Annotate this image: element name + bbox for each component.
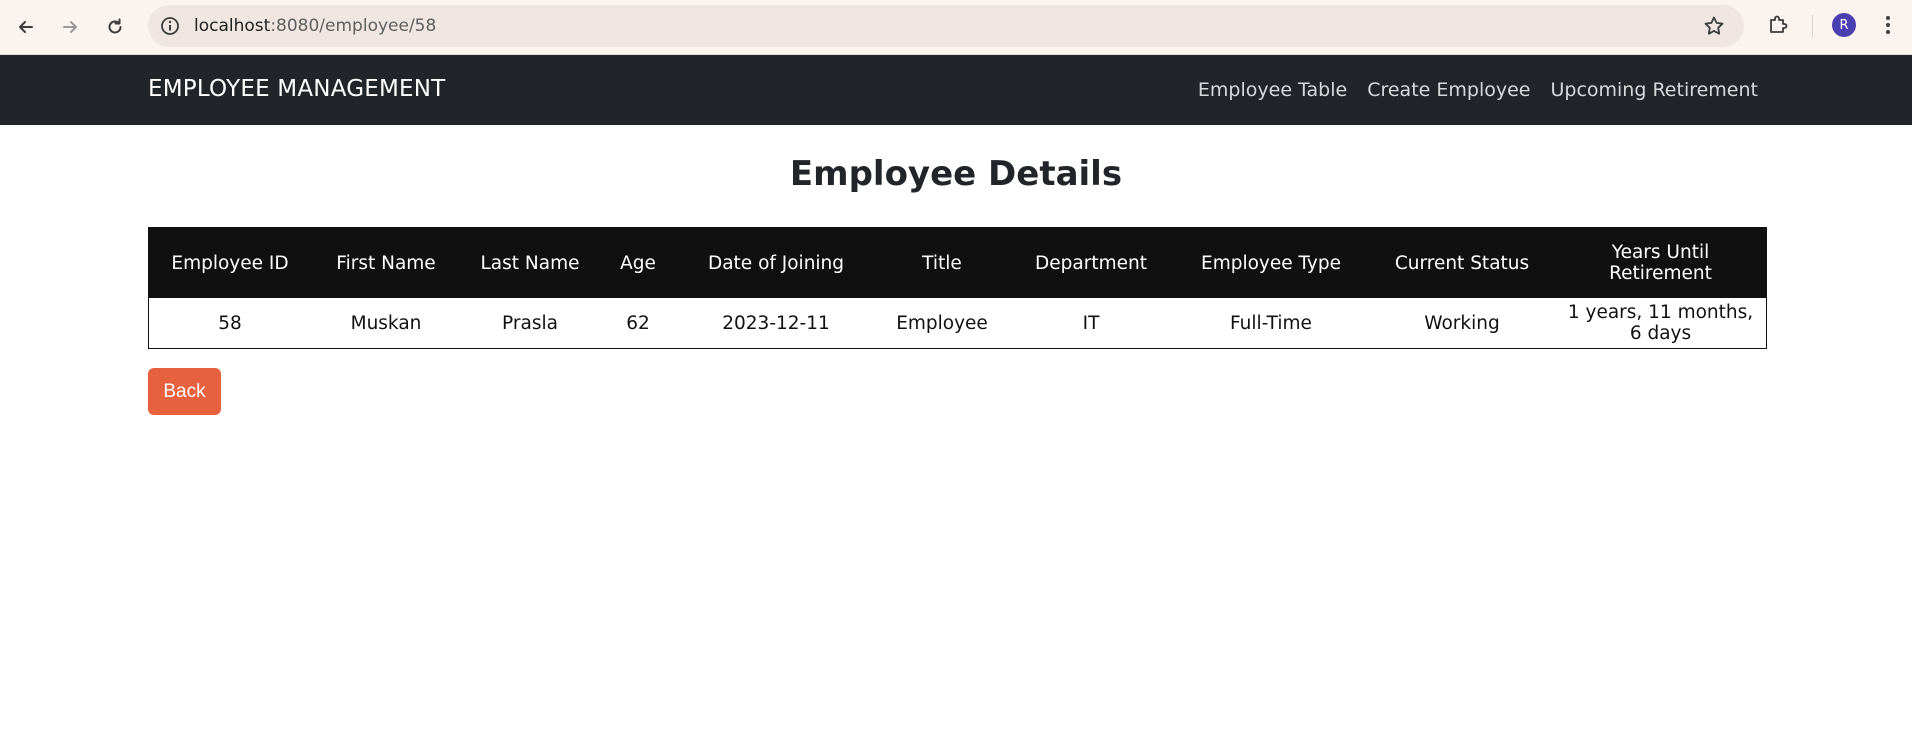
- column-header-date-of-joining: Date of Joining: [677, 227, 875, 298]
- forward-arrow-icon[interactable]: [50, 7, 90, 47]
- column-header-title: Title: [875, 227, 1009, 298]
- column-header-last-name: Last Name: [461, 227, 599, 298]
- column-header-current-status: Current Status: [1369, 227, 1555, 298]
- cell-last-name: Prasla: [461, 298, 599, 349]
- column-header-department: Department: [1009, 227, 1173, 298]
- toolbar-separator: [1812, 15, 1813, 37]
- page-title: Employee Details: [789, 154, 1123, 194]
- extensions-icon[interactable]: [1766, 13, 1790, 37]
- cell-current-status: Working: [1369, 298, 1555, 349]
- url-path: :8080/employee/58: [270, 16, 437, 36]
- column-header-employee-type: Employee Type: [1173, 227, 1369, 298]
- back-button[interactable]: Back: [148, 368, 221, 415]
- cell-first-name: Muskan: [311, 298, 461, 349]
- cell-years-until-retirement: 1 years, 11 months, 6 days: [1555, 298, 1767, 349]
- brand-title[interactable]: EMPLOYEE MANAGEMENT: [148, 76, 445, 102]
- cell-department: IT: [1009, 298, 1173, 349]
- cell-employee-type: Full-Time: [1173, 298, 1369, 349]
- column-header-age: Age: [599, 227, 677, 298]
- cell-age: 62: [599, 298, 677, 349]
- app-navbar: EMPLOYEE MANAGEMENT Employee Table Creat…: [0, 55, 1912, 125]
- nav-links: Employee Table Create Employee Upcoming …: [1198, 79, 1758, 101]
- cell-employee-id: 58: [148, 298, 311, 349]
- profile-avatar[interactable]: R: [1832, 13, 1856, 37]
- url-host: localhost: [194, 16, 271, 36]
- site-info-icon[interactable]: [160, 16, 180, 36]
- employee-details-table: Employee ID First Name Last Name Age Dat…: [148, 227, 1767, 349]
- table-row: 58 Muskan Prasla 62 2023-12-11 Employee …: [148, 298, 1767, 349]
- url-text[interactable]: localhost:8080/employee/58: [194, 16, 436, 36]
- nav-link-employee-table[interactable]: Employee Table: [1198, 79, 1347, 101]
- address-bar[interactable]: localhost:8080/employee/58: [148, 5, 1744, 47]
- column-header-employee-id: Employee ID: [148, 227, 311, 298]
- reload-icon[interactable]: [95, 7, 135, 47]
- bookmark-star-icon[interactable]: [1702, 14, 1726, 38]
- browser-menu-icon[interactable]: [1876, 13, 1900, 37]
- table-header-row: Employee ID First Name Last Name Age Dat…: [148, 227, 1767, 298]
- browser-toolbar: localhost:8080/employee/58 R: [0, 0, 1912, 55]
- column-header-years-until-retirement: Years Until Retirement: [1555, 227, 1767, 298]
- cell-title: Employee: [875, 298, 1009, 349]
- nav-link-create-employee[interactable]: Create Employee: [1367, 79, 1530, 101]
- nav-link-upcoming-retirement[interactable]: Upcoming Retirement: [1550, 79, 1758, 101]
- column-header-first-name: First Name: [311, 227, 461, 298]
- cell-date-of-joining: 2023-12-11: [677, 298, 875, 349]
- back-arrow-icon[interactable]: [6, 7, 46, 47]
